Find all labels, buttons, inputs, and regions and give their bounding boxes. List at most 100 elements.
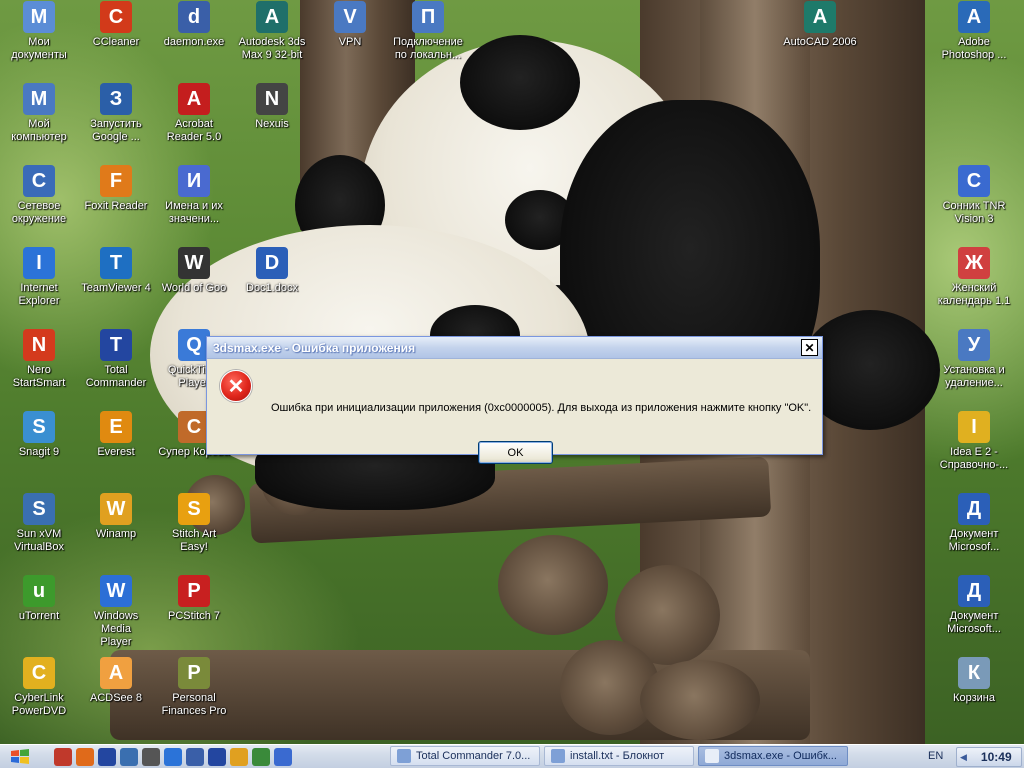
show-desktop-icon[interactable] — [54, 747, 72, 766]
desktop-icon[interactable]: W Winamp — [78, 493, 154, 541]
firefox-icon[interactable] — [76, 747, 94, 766]
desktop-icon[interactable]: Д Документ Microsof... — [936, 493, 1012, 554]
network-icon[interactable] — [252, 747, 270, 766]
desktop-icon-label: Установка и удаление... — [943, 364, 1005, 389]
desktop-icon-label: Idea E 2 - Справочно-... — [939, 446, 1009, 471]
search-icon[interactable] — [274, 747, 292, 766]
pcstitch-icon: P — [178, 575, 210, 607]
desktop-icon[interactable]: A Autodesk 3ds Max 9 32-bit — [234, 1, 310, 62]
desktop-icon[interactable]: М Мои документы — [1, 1, 77, 62]
tray-expand-icon[interactable]: ◀ — [960, 752, 967, 763]
personal-finances-icon: P — [178, 657, 210, 689]
desktop-icon[interactable]: A ACDSee 8 — [78, 657, 154, 705]
desktop-icon[interactable]: I Idea E 2 - Справочно-... — [936, 411, 1012, 472]
desktop-icon-label: Мои документы — [11, 36, 67, 61]
close-button[interactable]: ✕ — [801, 339, 818, 356]
desktop-icon[interactable]: Ж Женский календарь 1.1 — [936, 247, 1012, 308]
desktop-icon-label: Stitch Art Easy! — [171, 528, 217, 553]
desktop-icon[interactable]: W World of Goo — [156, 247, 232, 295]
desktop-icon[interactable]: d daemon.exe — [156, 1, 232, 49]
desktop-icon[interactable]: T TeamViewer 4 — [78, 247, 154, 295]
desktop-icon[interactable]: I Internet Explorer — [1, 247, 77, 308]
desktop-icon[interactable]: F Foxit Reader — [78, 165, 154, 213]
desktop-icon[interactable]: E Everest — [78, 411, 154, 459]
desktop-icon-label: PCStitch 7 — [168, 610, 220, 622]
desktop-icon[interactable]: К Корзина — [936, 657, 1012, 705]
add-remove-programs-icon: У — [958, 329, 990, 361]
powerdvd-icon: C — [23, 657, 55, 689]
desktop-icon-label: Nero StartSmart — [12, 364, 66, 389]
recycle-bin-icon: К — [958, 657, 990, 689]
monitor-icon[interactable] — [186, 747, 204, 766]
desktop-icon-label: Everest — [97, 446, 135, 458]
total-commander-icon[interactable] — [98, 747, 116, 766]
acrobat-reader-icon: A — [178, 83, 210, 115]
teamviewer-icon: T — [100, 247, 132, 279]
desktop-icon[interactable]: T Total Commander — [78, 329, 154, 390]
desktop-icon-label: TeamViewer 4 — [81, 282, 151, 294]
desktop-icon[interactable]: A AutoCAD 2006 — [782, 1, 858, 49]
taskbar-button[interactable]: Total Commander 7.0... — [390, 746, 540, 766]
desktop-icon[interactable]: S Snagit 9 — [1, 411, 77, 459]
desktop-icon[interactable]: A Acrobat Reader 5.0 — [156, 83, 232, 144]
ccleaner-icon: C — [100, 1, 132, 33]
desktop-icon[interactable]: N Nexuis — [234, 83, 310, 131]
photoshop-icon: A — [958, 1, 990, 33]
desktop-icon-label: Total Commander — [85, 364, 147, 389]
desktop-icon[interactable]: З Запустить Google ... — [78, 83, 154, 144]
taskbar-button[interactable]: 3dsmax.exe - Ошибк... — [698, 746, 848, 766]
desktop-icon-label: CyberLink PowerDVD — [11, 692, 67, 717]
taskbar-button[interactable]: install.txt - Блокнот — [544, 746, 694, 766]
desktop-icon-label: Сетевое окружение — [11, 200, 67, 225]
desktop-icon[interactable]: Д Документ Microsoft... — [936, 575, 1012, 636]
nexuis-icon: N — [256, 83, 288, 115]
desktop-icon-label: Документ Microsoft... — [947, 610, 1001, 635]
desktop-icon[interactable]: P Personal Finances Pro — [156, 657, 232, 718]
desktop-icon[interactable]: D Doc1.docx — [234, 247, 310, 295]
ok-button[interactable]: OK — [478, 441, 553, 464]
desktop-icon[interactable]: S Stitch Art Easy! — [156, 493, 232, 554]
windows-logo-icon — [11, 748, 29, 764]
taskbar-button-label: Total Commander 7.0... — [416, 750, 531, 762]
desktop-icon[interactable]: S Sun xVM VirtualBox — [1, 493, 77, 554]
desktop-icon-label: Nexuis — [255, 118, 289, 130]
idea-book-icon: I — [958, 411, 990, 443]
virtualbox-icon[interactable] — [120, 747, 138, 766]
desktop-icon[interactable]: P PCStitch 7 — [156, 575, 232, 623]
desktop-icon[interactable]: П Подключение по локальн... — [390, 1, 466, 62]
windows-media-player-icon: W — [100, 575, 132, 607]
system-tray: ◀ 10:49 — [956, 747, 1022, 767]
dialog-titlebar[interactable]: 3dsmax.exe - Ошибка приложения ✕ — [207, 337, 822, 359]
winamp-icon[interactable] — [230, 747, 248, 766]
desktop-icon[interactable]: A Adobe Photoshop ... — [936, 1, 1012, 62]
calendar-icon: Ж — [958, 247, 990, 279]
desktop-icon[interactable]: W Windows Media Player — [78, 575, 154, 649]
daemon-tools-icon: d — [178, 1, 210, 33]
taskbar: Total Commander 7.0... install.txt - Блок… — [0, 744, 1024, 768]
quick-launch-bar — [52, 747, 294, 766]
desktop-icon[interactable]: C CCleaner — [78, 1, 154, 49]
desktop-icon[interactable]: С Сонник TNR Vision 3 — [936, 165, 1012, 226]
desktop-icon-label: Doc1.docx — [246, 282, 298, 294]
desktop-icon[interactable]: И Имена и их значени... — [156, 165, 232, 226]
desktop-icon-label: AutoCAD 2006 — [783, 36, 857, 48]
internet-explorer-icon[interactable] — [164, 747, 182, 766]
media-icon[interactable] — [142, 747, 160, 766]
desktop-icon[interactable]: С Сетевое окружение — [1, 165, 77, 226]
desktop-icon[interactable]: М Мой компьютер — [1, 83, 77, 144]
snagit-icon: S — [23, 411, 55, 443]
desktop-icon[interactable]: C CyberLink PowerDVD — [1, 657, 77, 718]
desktop-icon[interactable]: u uTorrent — [1, 575, 77, 623]
error-icon: ✕ — [220, 370, 252, 402]
save-icon[interactable] — [208, 747, 226, 766]
language-indicator[interactable]: EN — [928, 750, 943, 762]
close-icon: ✕ — [804, 340, 815, 355]
start-button[interactable] — [0, 745, 40, 768]
stitch-art-icon: S — [178, 493, 210, 525]
clock[interactable]: 10:49 — [981, 750, 1012, 764]
desktop-icon-label: Сонник TNR Vision 3 — [942, 200, 1006, 225]
desktop-icon[interactable]: V VPN — [312, 1, 388, 49]
desktop-icon[interactable]: У Установка и удаление... — [936, 329, 1012, 390]
desktop-icon[interactable]: N Nero StartSmart — [1, 329, 77, 390]
word-document-icon: Д — [958, 575, 990, 607]
